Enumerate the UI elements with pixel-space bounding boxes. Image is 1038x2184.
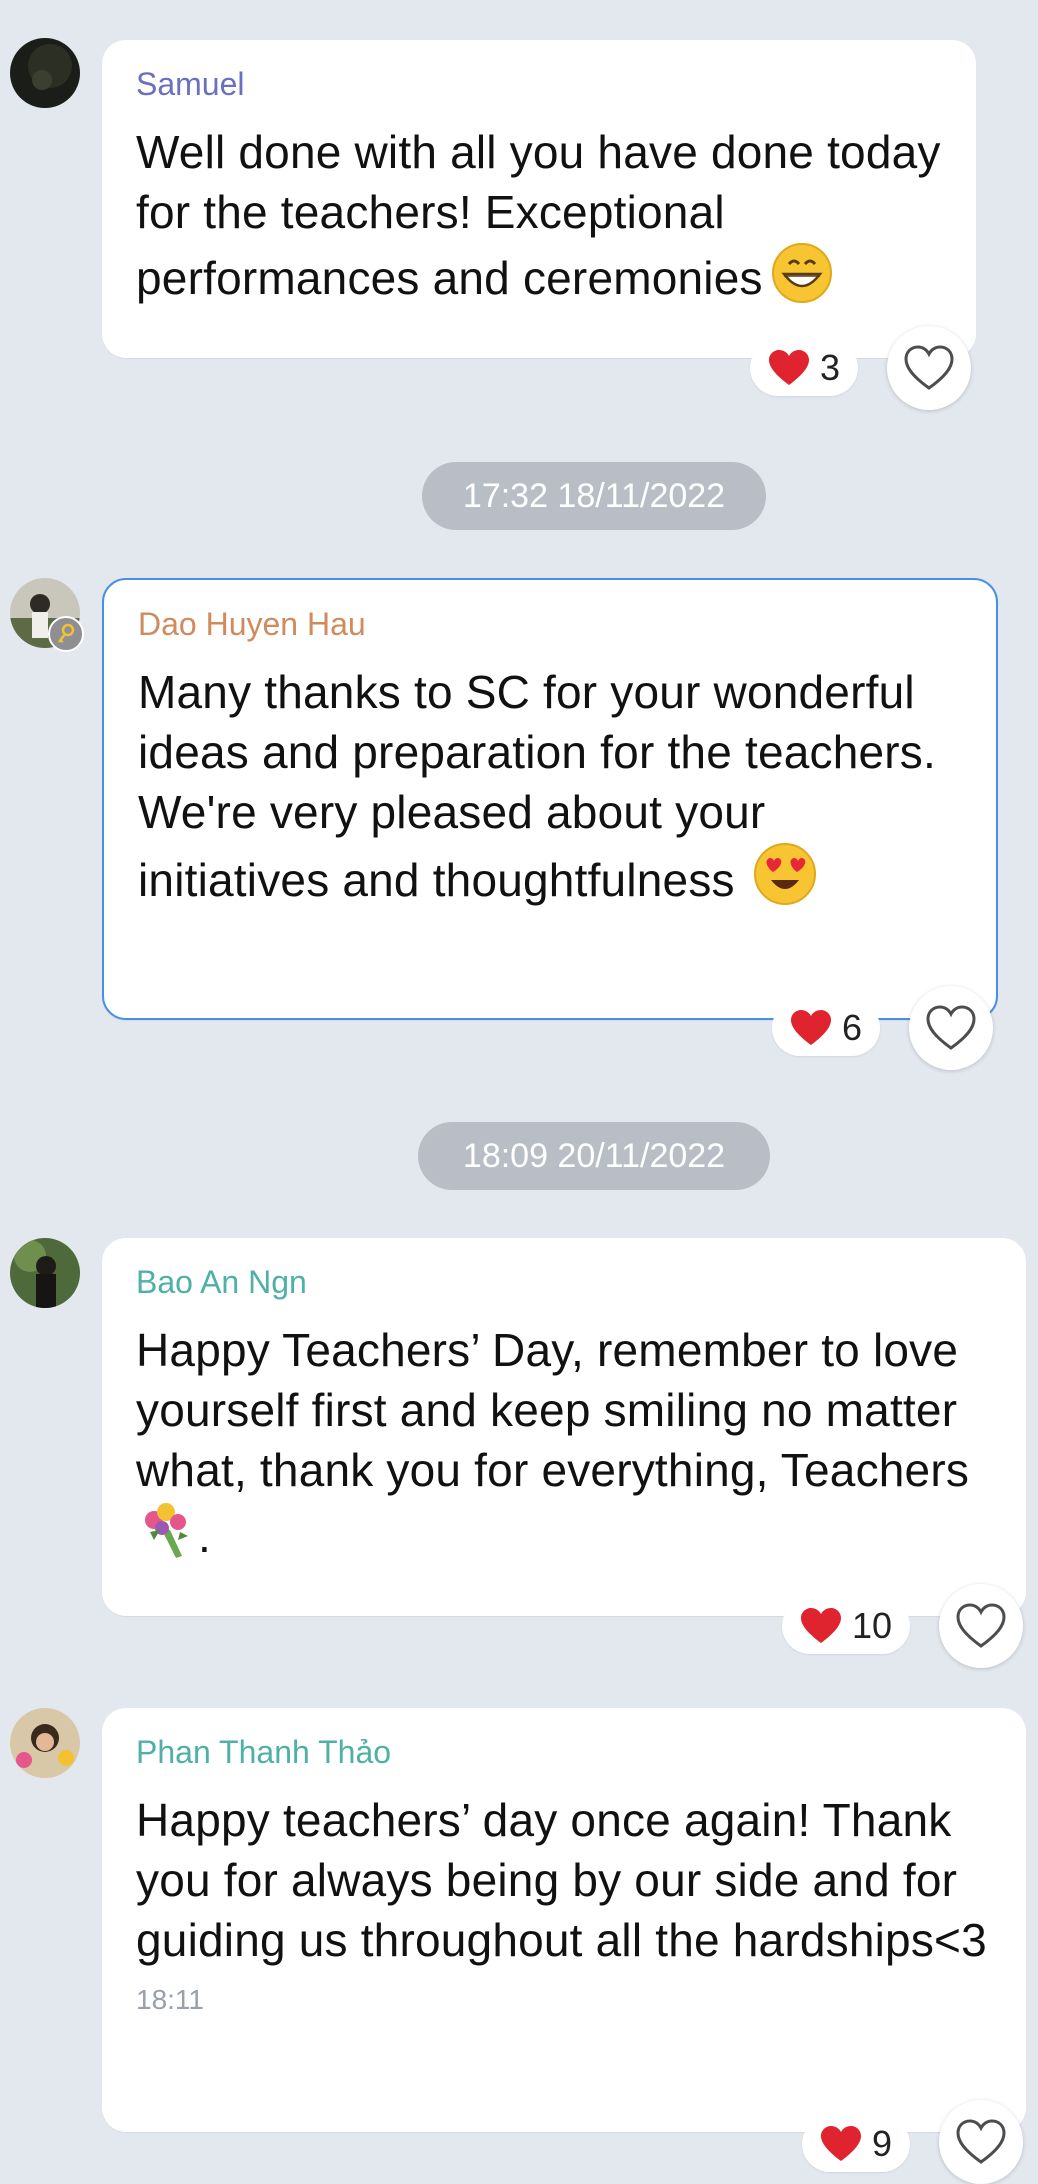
admin-key-icon	[48, 616, 84, 652]
heart-icon	[801, 1608, 841, 1643]
reaction-badge[interactable]: 9	[802, 2116, 911, 2172]
message-body: Happy Teachers’ Day, remember to love yo…	[136, 1324, 970, 1496]
grinning-face-icon	[771, 242, 833, 318]
message-bubble[interactable]: Phan Thanh Thảo Happy teachers’ day once…	[102, 1708, 1026, 2132]
avatar-image	[10, 1708, 80, 1778]
reaction-badge[interactable]: 6	[772, 1000, 881, 1056]
heart-icon	[821, 2126, 861, 2161]
like-button[interactable]	[909, 986, 993, 1070]
like-button[interactable]	[887, 326, 971, 410]
avatar-samuel[interactable]	[10, 38, 80, 108]
reaction-count: 10	[852, 1605, 893, 1646]
message-text: Happy teachers’ day once again! Thank yo…	[136, 1794, 987, 1966]
message-text: Happy Teachers’ Day, remember to love yo…	[136, 1320, 992, 1576]
reaction-badge[interactable]: 10	[782, 1598, 911, 1654]
avatar-phan-thanh-thao[interactable]	[10, 1708, 80, 1778]
message-text: Well done with all you have done today f…	[136, 122, 942, 318]
reaction-count: 6	[842, 1007, 863, 1048]
sender-name[interactable]: Dao Huyen Hau	[138, 604, 962, 644]
sender-name[interactable]: Bao An Ngn	[136, 1262, 992, 1302]
message-bubble[interactable]: Bao An Ngn Happy Teachers’ Day, remember…	[102, 1238, 1026, 1616]
message-suffix: .	[198, 1510, 211, 1562]
sender-name[interactable]: Phan Thanh Thảo	[136, 1732, 992, 1772]
heart-outline-icon	[926, 1005, 976, 1050]
message-text: Many thanks to SC for your wonderful ide…	[138, 662, 962, 920]
heart-icon	[791, 1010, 831, 1045]
like-button[interactable]	[939, 2100, 1023, 2184]
like-button[interactable]	[939, 1584, 1023, 1668]
avatar-image	[10, 38, 80, 108]
sender-name[interactable]: Samuel	[136, 64, 942, 104]
avatar-bao-an-ngn[interactable]	[10, 1238, 80, 1308]
date-separator: 18:09 20/11/2022	[418, 1122, 770, 1190]
heart-outline-icon	[956, 2119, 1006, 2164]
heart-eyes-face-icon	[753, 842, 817, 920]
heart-outline-icon	[904, 345, 954, 390]
heart-icon	[769, 350, 809, 385]
bouquet-icon	[136, 1500, 198, 1576]
reaction-count: 9	[872, 2123, 893, 2164]
heart-outline-icon	[956, 1603, 1006, 1648]
reaction-count: 3	[820, 347, 841, 388]
reaction-badge[interactable]: 3	[750, 340, 859, 396]
message-time: 18:11	[136, 1984, 204, 2015]
avatar-image	[10, 1238, 80, 1308]
message-bubble[interactable]: Samuel Well done with all you have done …	[102, 40, 976, 358]
message-bubble-selected[interactable]: Dao Huyen Hau Many thanks to SC for your…	[102, 578, 998, 1020]
date-separator: 17:32 18/11/2022	[422, 462, 766, 530]
